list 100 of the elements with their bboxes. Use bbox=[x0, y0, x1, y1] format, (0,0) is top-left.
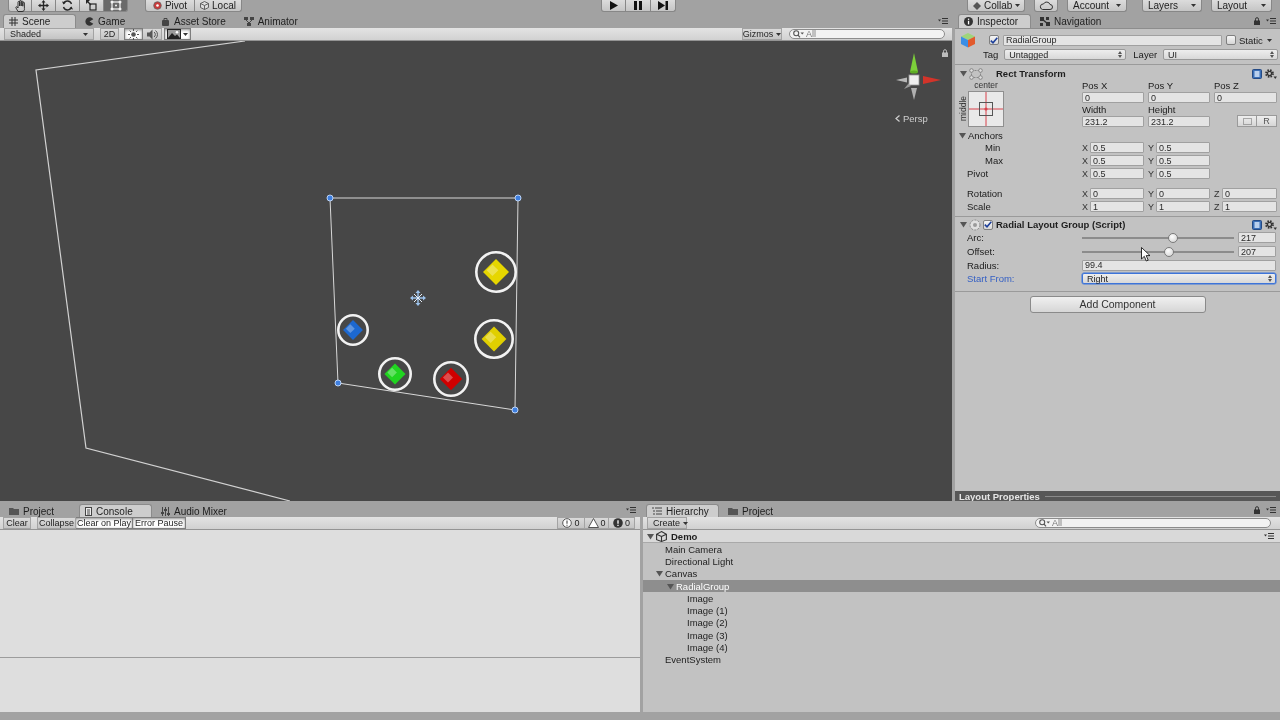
number-field[interactable]: 0.5 bbox=[1156, 168, 1210, 179]
slider-thumb[interactable] bbox=[1163, 246, 1174, 257]
scene-view[interactable]: Persp bbox=[0, 41, 952, 501]
tag-dropdown[interactable]: Untagged bbox=[1004, 49, 1127, 60]
foldout-icon[interactable] bbox=[960, 70, 967, 77]
number-field[interactable]: 0 bbox=[1090, 188, 1144, 199]
tab[interactable]: Inspector bbox=[958, 14, 1031, 28]
tree-item[interactable]: Image (1) bbox=[643, 604, 1280, 617]
tool-button[interactable] bbox=[32, 0, 56, 12]
log-counter-button[interactable]: 0 bbox=[585, 517, 609, 529]
gear-icon[interactable] bbox=[1265, 219, 1277, 230]
cloud-button[interactable] bbox=[1034, 0, 1058, 12]
help-icon[interactable] bbox=[1252, 219, 1262, 230]
scene-header[interactable]: Demo bbox=[643, 530, 1280, 543]
tool-button[interactable] bbox=[56, 0, 80, 12]
layers-dropdown[interactable]: Layers bbox=[1142, 0, 1202, 12]
tab[interactable]: Scene bbox=[3, 14, 76, 28]
foldout-icon[interactable] bbox=[960, 221, 967, 228]
number-field[interactable]: 0 bbox=[1148, 92, 1210, 103]
toggle-button[interactable]: Clear on Play bbox=[76, 517, 133, 529]
number-field[interactable]: 0 bbox=[1222, 188, 1277, 199]
number-field[interactable]: 0.5 bbox=[1156, 155, 1210, 166]
foldout-icon[interactable] bbox=[959, 131, 966, 139]
number-field[interactable]: 1 bbox=[1156, 201, 1210, 212]
layer-dropdown[interactable]: UI bbox=[1163, 49, 1279, 60]
toggle-button[interactable] bbox=[124, 28, 143, 40]
search-field[interactable]: All bbox=[1035, 518, 1271, 528]
corner-handle[interactable] bbox=[511, 406, 519, 414]
foldout-icon[interactable] bbox=[656, 570, 663, 578]
create-dropdown[interactable]: Create bbox=[647, 517, 687, 529]
corner-handle[interactable] bbox=[514, 194, 522, 202]
number-field[interactable]: 231.2 bbox=[1148, 116, 1210, 127]
tab[interactable]: Audio Mixer bbox=[155, 504, 236, 517]
menu-icon[interactable] bbox=[1266, 17, 1276, 24]
tree-item[interactable]: Image bbox=[643, 592, 1280, 605]
tool-button[interactable] bbox=[8, 0, 32, 12]
move-handle-icon[interactable] bbox=[410, 290, 426, 306]
toggle-button[interactable] bbox=[164, 28, 191, 40]
handle-mode-button[interactable]: Pivot bbox=[145, 0, 195, 12]
log-counter-button[interactable]: 0 bbox=[609, 517, 635, 529]
number-field[interactable]: 0 bbox=[1214, 92, 1277, 103]
number-field[interactable]: 231.2 bbox=[1082, 116, 1144, 127]
number-field[interactable]: 99.4 bbox=[1082, 259, 1276, 271]
tool-button[interactable] bbox=[104, 0, 128, 12]
tool-button[interactable] bbox=[80, 0, 104, 12]
account-dropdown[interactable]: Account bbox=[1067, 0, 1127, 12]
playback-button[interactable] bbox=[651, 0, 676, 12]
toggle-button[interactable] bbox=[143, 28, 162, 40]
number-field[interactable]: 0 bbox=[1156, 188, 1210, 199]
tab[interactable]: Project bbox=[722, 504, 795, 517]
enabled-checkbox[interactable] bbox=[983, 219, 993, 230]
number-field[interactable]: 217 bbox=[1238, 232, 1276, 244]
tree-item[interactable]: Main Camera bbox=[643, 543, 1280, 556]
number-field[interactable]: 0.5 bbox=[1090, 155, 1144, 166]
lock-icon[interactable] bbox=[1254, 506, 1260, 514]
toggle-button[interactable]: Collapse bbox=[37, 517, 76, 529]
log-counter-button[interactable]: 0 bbox=[557, 517, 585, 529]
active-checkbox[interactable] bbox=[989, 35, 999, 45]
foldout-icon[interactable] bbox=[647, 532, 654, 540]
number-field[interactable]: 1 bbox=[1222, 201, 1277, 212]
tab[interactable]: Hierarchy bbox=[646, 504, 719, 517]
playback-button[interactable] bbox=[601, 0, 626, 12]
slider-thumb[interactable] bbox=[1168, 232, 1179, 243]
toggle-button[interactable]: Error Pause bbox=[133, 517, 186, 529]
tree-item[interactable]: Canvas bbox=[643, 567, 1280, 580]
view-mode-label[interactable]: Persp bbox=[903, 112, 928, 124]
tab[interactable]: Animator bbox=[237, 14, 311, 28]
name-field[interactable]: RadialGroup bbox=[1003, 34, 1222, 46]
dropdown[interactable]: Right bbox=[1082, 273, 1276, 285]
number-field[interactable]: 207 bbox=[1238, 246, 1276, 258]
corner-handle[interactable] bbox=[334, 379, 342, 387]
static-checkbox[interactable] bbox=[1226, 35, 1236, 45]
tree-item[interactable]: Image (3) bbox=[643, 629, 1280, 642]
tab[interactable]: Project bbox=[3, 504, 76, 517]
gizmos-dropdown[interactable]: Gizmos bbox=[742, 28, 782, 40]
playback-button[interactable] bbox=[626, 0, 651, 12]
number-field[interactable]: 0.5 bbox=[1156, 142, 1210, 153]
tree-item[interactable]: EventSystem bbox=[643, 653, 1280, 666]
tree-item[interactable]: Directional Light bbox=[643, 555, 1280, 568]
handle-mode-button[interactable]: Local bbox=[195, 0, 242, 12]
menu-icon[interactable] bbox=[938, 17, 948, 24]
lock-icon[interactable] bbox=[1254, 16, 1260, 25]
tab[interactable]: Navigation bbox=[1034, 14, 1111, 28]
tree-item[interactable]: Image (2) bbox=[643, 616, 1280, 630]
tab[interactable]: Asset Store bbox=[155, 14, 235, 28]
number-field[interactable]: 0 bbox=[1082, 92, 1144, 103]
collab-dropdown[interactable]: Collab bbox=[967, 0, 1025, 12]
lock-icon[interactable] bbox=[942, 49, 948, 57]
help-icon[interactable] bbox=[1252, 68, 1262, 79]
layout-dropdown[interactable]: Layout bbox=[1211, 0, 1272, 12]
search-field[interactable]: All bbox=[789, 29, 945, 39]
toggle-button[interactable]: Clear bbox=[3, 517, 31, 529]
anchor-preset-button[interactable] bbox=[968, 91, 1004, 127]
tree-item[interactable]: Image (4) bbox=[643, 641, 1280, 654]
toggle-button[interactable]: 2D bbox=[100, 28, 119, 40]
add-component-button[interactable]: Add Component bbox=[1029, 295, 1206, 313]
raw-edit-button[interactable]: R bbox=[1257, 115, 1277, 127]
tab[interactable]: Console bbox=[79, 504, 152, 517]
number-field[interactable]: 0.5 bbox=[1090, 142, 1144, 153]
number-field[interactable]: 0.5 bbox=[1090, 168, 1144, 179]
